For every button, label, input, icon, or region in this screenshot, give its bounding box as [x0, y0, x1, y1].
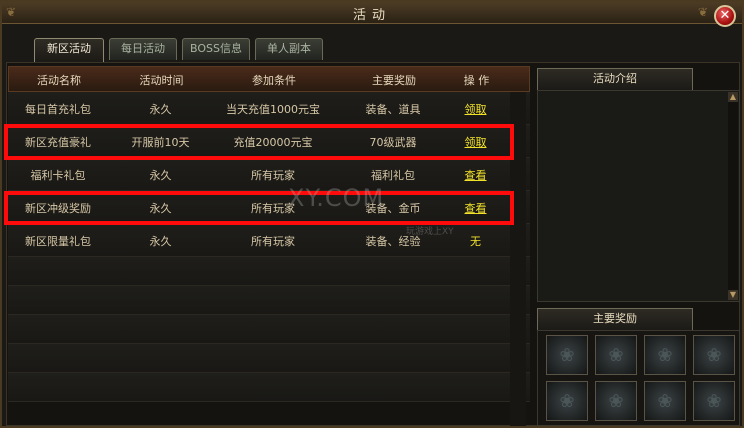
close-button[interactable]: ✕	[714, 5, 736, 27]
header-action: 操 作	[463, 74, 490, 87]
table-header: 活动名称 活动时间 参加条件 主要奖励 操 作	[8, 66, 530, 92]
empty-row	[8, 344, 530, 373]
scroll-down-icon[interactable]: ▼	[728, 290, 738, 300]
view-link[interactable]: 查看	[438, 167, 513, 183]
activity-condition: 所有玩家	[251, 235, 295, 248]
activity-name: 福利卡礼包	[30, 169, 86, 182]
tab-activity-intro[interactable]: 活动介绍	[537, 68, 693, 90]
activity-time: 永久	[149, 169, 172, 182]
reward-slot[interactable]	[644, 381, 686, 421]
header-condition: 参加条件	[252, 74, 296, 87]
activity-name: 新区限量礼包	[25, 235, 91, 248]
watermark-subtitle: 玩游戏上XY	[406, 227, 454, 237]
activity-window: ❦ 活动 ❦ ✕ 新区活动 每日活动 BOSS信息 单人副本 活动名称 活动时间…	[0, 0, 744, 428]
activity-reward: 装备、道具	[365, 103, 421, 116]
activity-info-panel: 活动介绍 ▲ ▼ 主要奖励	[537, 68, 740, 426]
table-row: 新区冲级奖励 永久 所有玩家 装备、金币 查看	[8, 191, 530, 224]
empty-row	[8, 315, 530, 344]
tab-main-reward[interactable]: 主要奖励	[537, 308, 693, 330]
empty-row	[8, 373, 530, 402]
empty-row	[8, 257, 530, 286]
activity-intro-box	[537, 90, 740, 302]
window-title: 活动	[352, 8, 391, 23]
table-row: 每日首充礼包 永久 当天充值1000元宝 装备、道具 领取	[8, 92, 530, 125]
header-name: 活动名称	[37, 74, 81, 87]
activity-condition: 充值20000元宝	[233, 136, 313, 149]
activity-time: 永久	[149, 235, 172, 248]
reward-slot[interactable]	[644, 335, 686, 375]
scroll-up-icon[interactable]: ▲	[728, 92, 738, 102]
reward-slot[interactable]	[546, 335, 588, 375]
ornament-icon: ❦	[697, 5, 708, 19]
reward-slot[interactable]	[693, 335, 735, 375]
activity-time: 永久	[149, 202, 172, 215]
activity-condition: 所有玩家	[251, 169, 295, 182]
header-reward: 主要奖励	[372, 74, 416, 87]
activity-name: 新区冲级奖励	[25, 202, 91, 215]
claim-link[interactable]: 领取	[438, 101, 513, 117]
reward-slot[interactable]	[693, 381, 735, 421]
tab-new-server[interactable]: 新区活动	[34, 38, 104, 62]
table-scrollbar[interactable]	[510, 92, 526, 426]
title-bar[interactable]: ❦ 活动 ❦	[2, 2, 742, 24]
activity-time: 永久	[149, 103, 172, 116]
reward-slot[interactable]	[595, 381, 637, 421]
activity-condition: 当天充值1000元宝	[226, 103, 320, 116]
header-time: 活动时间	[139, 74, 184, 87]
tab-solo-dungeon[interactable]: 单人副本	[255, 38, 323, 60]
activity-time: 开服前10天	[131, 136, 190, 149]
intro-scrollbar[interactable]: ▲ ▼	[728, 92, 738, 300]
reward-slot[interactable]	[546, 381, 588, 421]
activity-name: 新区充值豪礼	[25, 136, 91, 149]
view-link[interactable]: 查看	[438, 200, 513, 216]
watermark-logo: XY.COM	[288, 184, 385, 212]
activity-name: 每日首充礼包	[25, 103, 91, 116]
empty-row	[8, 286, 530, 315]
claim-link[interactable]: 领取	[438, 134, 513, 150]
table-row: 新区充值豪礼 开服前10天 充值20000元宝 70级武器 领取	[8, 125, 530, 158]
tab-boss-info[interactable]: BOSS信息	[182, 38, 250, 60]
activity-reward: 福利礼包	[371, 169, 415, 182]
tab-daily[interactable]: 每日活动	[109, 38, 177, 60]
activity-reward: 70级武器	[369, 136, 417, 149]
table-row: 福利卡礼包 永久 所有玩家 福利礼包 查看	[8, 158, 530, 191]
reward-slot[interactable]	[595, 335, 637, 375]
reward-slots	[537, 330, 740, 426]
